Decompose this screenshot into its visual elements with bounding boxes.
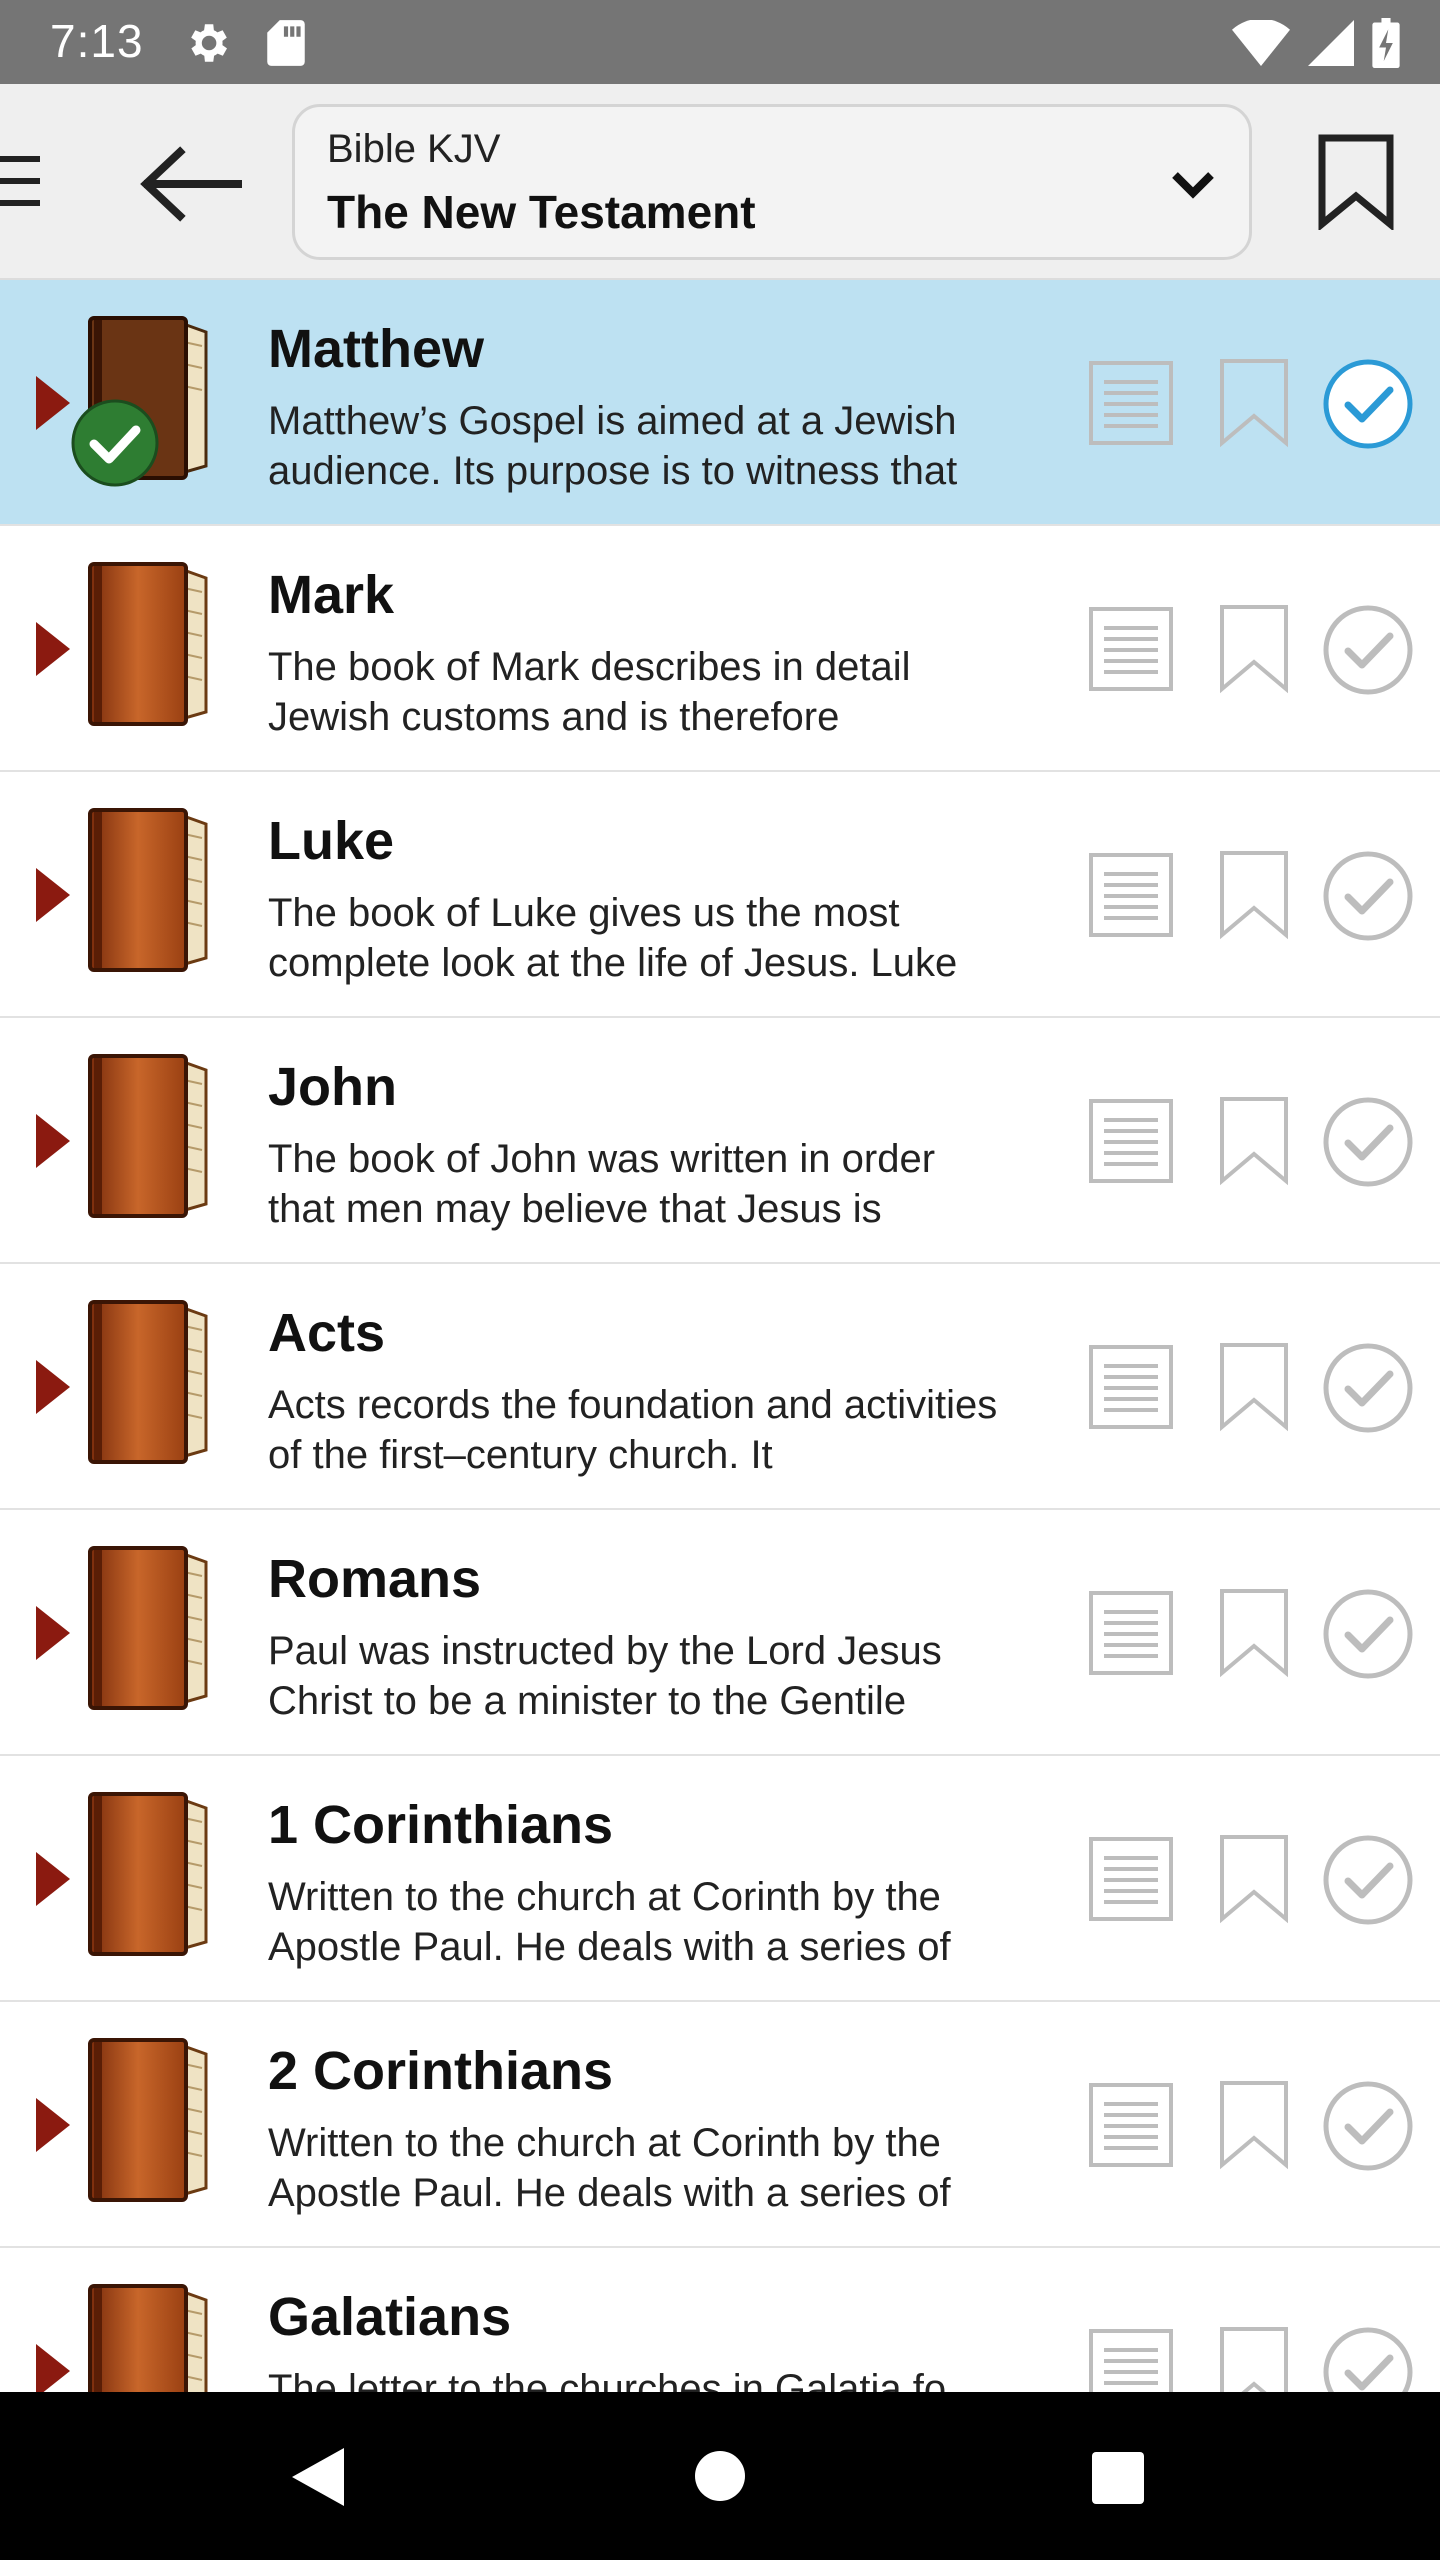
book-name: John (268, 1057, 397, 1117)
bookmark-icon[interactable] (1218, 2080, 1290, 2170)
mark-read-check-icon[interactable] (1322, 2326, 1414, 2392)
signal-icon (1308, 20, 1354, 66)
gear-icon (191, 24, 227, 62)
book-icon (88, 1546, 208, 1710)
book-name: Luke (268, 811, 395, 871)
book-row[interactable]: 1 Corinthians Written to the church at Co… (0, 1756, 1440, 2002)
bookmark-icon[interactable] (1218, 850, 1290, 940)
book-row[interactable]: John The book of John was written in orde… (0, 1018, 1440, 1264)
book-row[interactable]: Mark The book of Mark describes in detail… (0, 526, 1440, 772)
mark-read-check-icon[interactable] (1322, 604, 1414, 696)
expand-arrow-icon[interactable] (32, 374, 72, 432)
book-icon (88, 1792, 208, 1956)
battery-charging-icon (1372, 18, 1400, 68)
book-description: The book of John was written in order th… (268, 1137, 936, 1231)
mark-read-check-icon[interactable] (1322, 358, 1414, 450)
book-icon (88, 2038, 208, 2202)
mark-read-check-icon[interactable] (1322, 1096, 1414, 1188)
wifi-icon (1232, 20, 1290, 66)
bookmark-icon[interactable] (1218, 2326, 1290, 2392)
expand-arrow-icon[interactable] (32, 1850, 72, 1908)
book-description: The letter to the churches in Galatia fo (268, 2367, 947, 2392)
book-row[interactable]: Acts Acts records the foundation and acti… (0, 1264, 1440, 1510)
book-row[interactable]: 2 Corinthians Written to the church at Co… (0, 2002, 1440, 2248)
nav-recents-icon[interactable] (1090, 2450, 1146, 2506)
book-description: The book of Luke gives us the most compl… (268, 891, 958, 985)
expand-arrow-icon[interactable] (32, 1358, 72, 1416)
book-row[interactable]: Romans Paul was instructed by the Lord Je… (0, 1510, 1440, 1756)
arrow-left-icon[interactable] (138, 144, 242, 224)
selector-title: The New Testament (327, 186, 756, 238)
expand-arrow-icon[interactable] (32, 2342, 72, 2392)
chevron-down-icon (1172, 172, 1214, 199)
mark-read-check-icon[interactable] (1322, 1834, 1414, 1926)
book-icon (88, 562, 208, 726)
notes-icon[interactable] (1088, 606, 1174, 692)
book-name: Galatians (268, 2287, 512, 2347)
notes-icon[interactable] (1088, 2328, 1174, 2392)
book-description: Matthew’s Gospel is aimed at a Jewish au… (268, 399, 958, 493)
book-icon (88, 1054, 208, 1218)
book-description: Paul was instructed by the Lord Jesus Ch… (268, 1629, 942, 1723)
completed-badge-icon (71, 399, 159, 487)
bookmark-icon[interactable] (1218, 1834, 1290, 1924)
hamburger-menu-icon[interactable] (0, 154, 44, 208)
book-collection-selector[interactable]: Bible KJV The New Testament (292, 104, 1252, 260)
book-description: Written to the church at Corinth by the … (268, 2121, 951, 2215)
mark-read-check-icon[interactable] (1322, 2080, 1414, 2172)
book-list: Matthew Matthew’s Gospel is aimed at a Je… (0, 280, 1440, 2392)
book-row[interactable]: Luke The book of Luke gives us the most c… (0, 772, 1440, 1018)
notes-icon[interactable] (1088, 1344, 1174, 1430)
selector-subtitle: Bible KJV (327, 127, 501, 171)
book-description: Acts records the foundation and activiti… (268, 1383, 998, 1477)
sd-card-icon (267, 20, 305, 66)
mark-read-check-icon[interactable] (1322, 1342, 1414, 1434)
expand-arrow-icon[interactable] (32, 866, 72, 924)
system-navigation-bar (0, 2392, 1440, 2560)
mark-read-check-icon[interactable] (1322, 1588, 1414, 1680)
nav-home-icon[interactable] (694, 2450, 746, 2502)
status-bar: 7:13 (0, 0, 1440, 84)
expand-arrow-icon[interactable] (32, 1604, 72, 1662)
notes-icon[interactable] (1088, 360, 1174, 446)
bookmark-icon[interactable] (1218, 1096, 1290, 1186)
book-row[interactable]: Galatians The letter to the churches in G… (0, 2248, 1440, 2392)
status-time: 7:13 (50, 15, 144, 67)
expand-arrow-icon[interactable] (32, 2096, 72, 2154)
notes-icon[interactable] (1088, 1098, 1174, 1184)
book-name: 2 Corinthians (268, 2041, 614, 2101)
nav-back-icon[interactable] (288, 2444, 348, 2510)
notes-icon[interactable] (1088, 852, 1174, 938)
bookmark-icon[interactable] (1218, 1342, 1290, 1432)
status-indicators (1232, 18, 1400, 68)
mark-read-check-icon[interactable] (1322, 850, 1414, 942)
book-icon (88, 2284, 208, 2392)
app-bar: Bible KJV The New Testament (0, 84, 1440, 280)
bookmark-icon[interactable] (1218, 358, 1290, 448)
book-description: The book of Mark describes in detail Jew… (268, 645, 911, 739)
bookmark-icon[interactable] (1218, 1588, 1290, 1678)
notes-icon[interactable] (1088, 1590, 1174, 1676)
book-name: 1 Corinthians (268, 1795, 614, 1855)
notes-icon[interactable] (1088, 1836, 1174, 1922)
book-icon (88, 808, 208, 972)
book-icon (88, 1300, 208, 1464)
book-name: Acts (268, 1303, 386, 1363)
book-description: Written to the church at Corinth by the … (268, 1875, 951, 1969)
expand-arrow-icon[interactable] (32, 620, 72, 678)
book-name: Mark (268, 565, 395, 625)
book-row[interactable]: Matthew Matthew’s Gospel is aimed at a Je… (0, 280, 1440, 526)
bookmark-icon[interactable] (1218, 604, 1290, 694)
bookmark-icon[interactable] (1316, 134, 1396, 230)
notes-icon[interactable] (1088, 2082, 1174, 2168)
expand-arrow-icon[interactable] (32, 1112, 72, 1170)
book-name: Romans (268, 1549, 482, 1609)
book-name: Matthew (268, 319, 484, 379)
